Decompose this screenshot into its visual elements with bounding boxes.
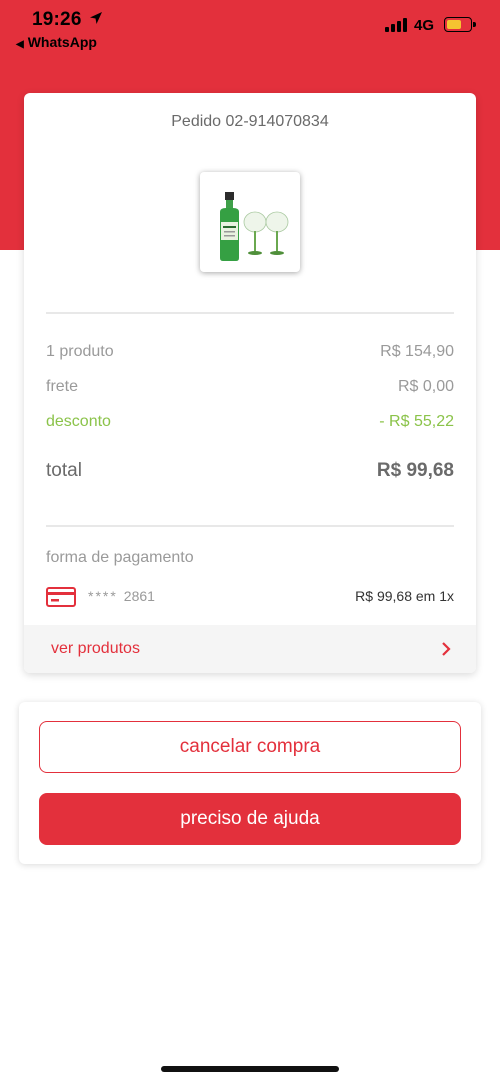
battery-icon [444,17,476,32]
cancel-order-button[interactable]: cancelar compra [39,721,461,773]
order-card: Pedido 02-914070834 1 produto R$ 154,90 … [24,93,476,673]
payment-amount: R$ 99,68 em 1x [355,588,454,604]
discount-row: desconto - R$ 55,22 [46,413,454,431]
status-time: 19:26 [32,9,82,30]
divider-top [46,312,454,314]
card-mask: **** [88,588,118,604]
products-value: R$ 154,90 [380,343,454,360]
actions-card: cancelar compra preciso de ajuda [19,702,481,864]
see-products-button[interactable]: ver produtos [24,625,476,673]
order-id: Pedido 02-914070834 [171,113,329,130]
back-app-label: WhatsApp [27,34,97,50]
home-indicator[interactable] [161,1066,339,1072]
shipping-label: frete [46,378,79,395]
gin-bottle-image [220,192,289,261]
total-row: total R$ 99,68 [46,460,454,482]
back-triangle-icon: ◀ [16,39,24,50]
chevron-right-icon [442,642,451,656]
network-type: 4G [414,17,435,34]
status-bar: 19:26 ◀ WhatsApp 4G [0,0,500,60]
products-row: 1 produto R$ 154,90 [46,343,454,361]
cellular-signal-icon [385,18,409,32]
see-products-label: ver produtos [51,640,140,657]
products-label: 1 produto [46,343,114,360]
shipping-row: frete R$ 0,00 [46,378,454,396]
card-number: **** 2861 [88,588,155,604]
back-to-app-link[interactable]: ◀ WhatsApp [16,34,97,50]
location-arrow-icon [90,12,102,24]
credit-card-icon [46,587,76,607]
shipping-value: R$ 0,00 [397,378,454,395]
need-help-button[interactable]: preciso de ajuda [39,793,461,845]
discount-value: - R$ 55,22 [379,413,454,430]
payment-title: forma de pagamento [46,549,194,566]
total-label: total [46,460,82,481]
product-thumbnail[interactable] [200,172,300,272]
card-last4: 2861 [123,588,155,604]
total-value: R$ 99,68 [376,460,454,481]
divider-bottom [46,525,454,527]
discount-label: desconto [46,413,111,430]
